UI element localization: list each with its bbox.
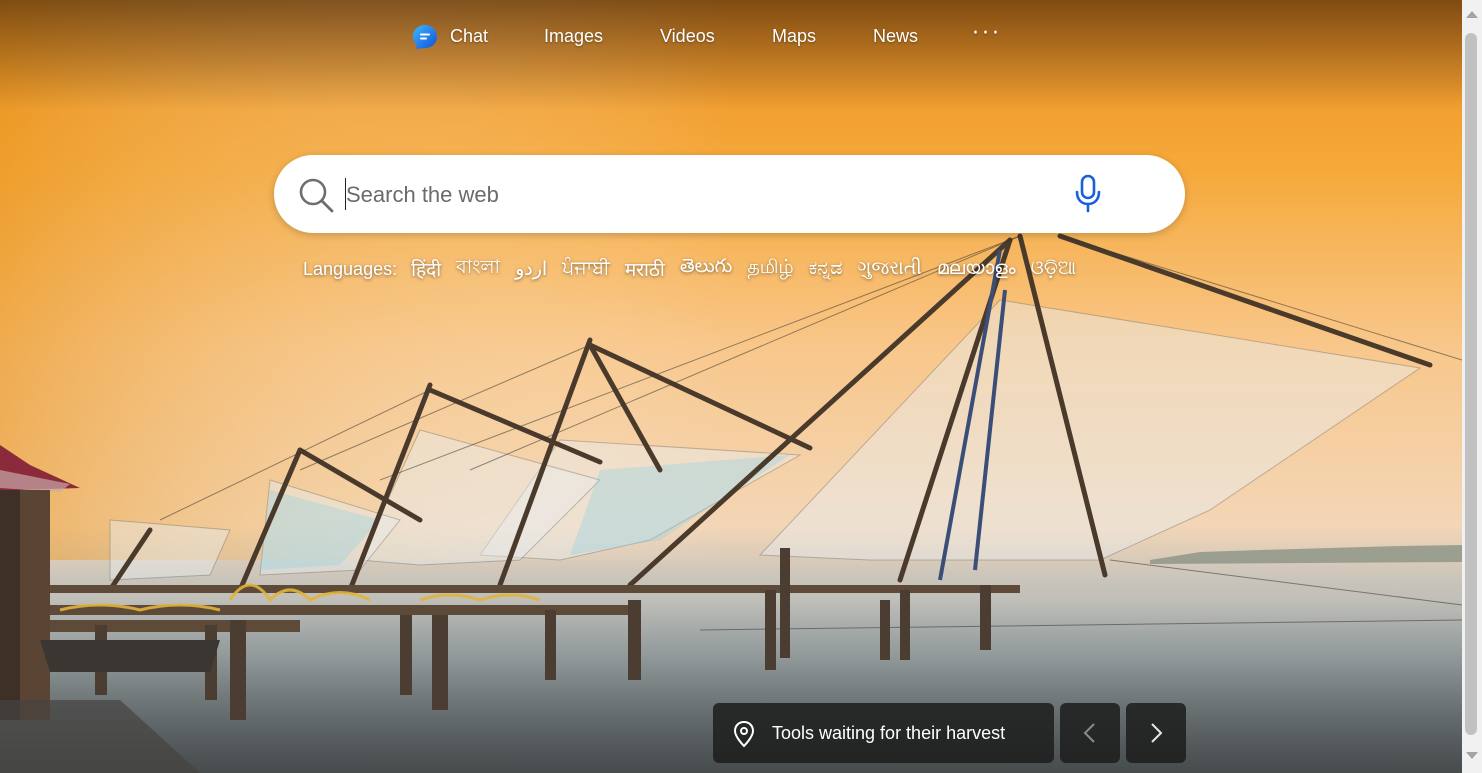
scroll-down-arrow[interactable] <box>1466 752 1478 759</box>
language-kannada[interactable]: ಕನ್ನಡ <box>809 258 843 280</box>
previous-image-button[interactable] <box>1060 703 1120 763</box>
language-punjabi[interactable]: ਪੰਜਾਬੀ <box>562 258 610 280</box>
top-gradient-overlay <box>0 0 1462 110</box>
language-malayalam[interactable]: മലയാളം <box>937 258 1016 280</box>
language-urdu[interactable]: اردو <box>515 258 547 281</box>
nav-videos[interactable]: Videos <box>660 20 715 54</box>
image-caption-button[interactable]: Tools waiting for their harvest <box>713 703 1054 763</box>
search-icon[interactable] <box>296 175 336 215</box>
nav-chat-label: Chat <box>450 26 489 46</box>
image-caption-text: Tools waiting for their harvest <box>772 723 1006 743</box>
scrollbar-thumb[interactable] <box>1465 33 1477 735</box>
scroll-up-arrow[interactable] <box>1466 11 1478 18</box>
text-caret <box>345 178 346 210</box>
language-odia[interactable]: ଓଡ଼ିଆ <box>1031 258 1077 280</box>
top-nav: Chat Images Videos Maps News ··· <box>0 20 1462 54</box>
language-marathi[interactable]: मराठी <box>625 256 665 282</box>
nav-images-label: Images <box>544 26 604 46</box>
nav-videos-label: Videos <box>660 26 715 46</box>
chevron-left-icon <box>1083 723 1095 743</box>
nav-maps-label: Maps <box>772 26 817 46</box>
search-homepage: Chat Images Videos Maps News ··· Langu <box>0 0 1482 773</box>
nav-chat[interactable]: Chat <box>413 20 489 54</box>
location-pin-icon <box>733 721 755 747</box>
nav-images[interactable]: Images <box>544 20 603 54</box>
search-input[interactable] <box>344 175 1048 215</box>
language-tamil[interactable]: தமிழ் <box>747 257 793 281</box>
chat-icon <box>413 25 437 49</box>
nav-maps[interactable]: Maps <box>772 20 816 54</box>
next-image-button[interactable] <box>1126 703 1186 763</box>
search-box <box>274 155 1185 233</box>
nav-news-label: News <box>873 26 919 46</box>
languages-bar: Languages: हिंदी বাংলা اردو ਪੰਜਾਬੀ मराठी… <box>303 254 1091 284</box>
microphone-icon[interactable] <box>1072 173 1104 215</box>
background-image <box>0 0 1462 773</box>
more-options-button[interactable]: ··· <box>972 20 1002 54</box>
vertical-scrollbar[interactable] <box>1462 0 1482 773</box>
language-telugu[interactable]: తెలుగు <box>680 256 732 282</box>
chevron-right-icon <box>1151 723 1163 743</box>
language-bengali[interactable]: বাংলা <box>456 253 500 285</box>
nav-news[interactable]: News <box>873 20 918 54</box>
language-gujarati[interactable]: ગુજરાતી <box>858 258 922 280</box>
language-hindi[interactable]: हिंदी <box>411 256 441 282</box>
languages-label: Languages: <box>303 258 398 279</box>
